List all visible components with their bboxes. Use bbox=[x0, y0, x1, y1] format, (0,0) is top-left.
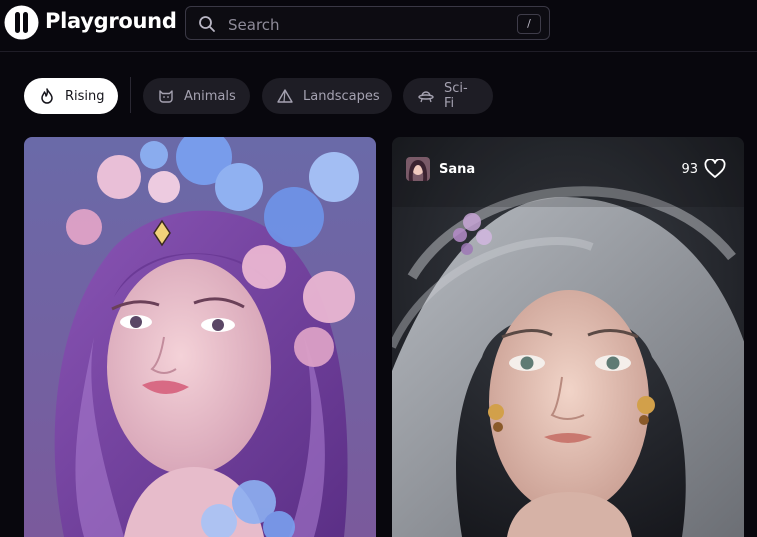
avatar[interactable] bbox=[406, 157, 430, 181]
filter-chip-label: Animals bbox=[184, 88, 236, 104]
feed-card[interactable]: Sana 93 bbox=[392, 137, 744, 537]
filter-divider bbox=[130, 77, 131, 113]
filter-chip-label: Sci-Fi bbox=[444, 81, 468, 111]
filter-chip-label: Rising bbox=[65, 88, 105, 104]
heart-icon[interactable] bbox=[704, 159, 726, 179]
search-input[interactable] bbox=[226, 13, 500, 37]
filter-chip-rising[interactable]: Rising bbox=[24, 78, 118, 114]
like-count: 93 bbox=[681, 161, 698, 177]
card-author[interactable]: Sana bbox=[406, 157, 475, 181]
brand-name[interactable]: Playground bbox=[45, 9, 177, 33]
filter-chip-animals[interactable]: Animals bbox=[143, 78, 250, 114]
feed-image[interactable] bbox=[392, 137, 744, 537]
filter-chip-label: Landscapes bbox=[303, 88, 380, 104]
search-icon bbox=[199, 16, 215, 32]
mountain-icon bbox=[276, 87, 294, 105]
search-shortcut-hint: / bbox=[517, 14, 541, 34]
playground-logo-icon[interactable] bbox=[4, 5, 39, 40]
flame-icon bbox=[38, 87, 56, 105]
top-bar: Playground / bbox=[0, 0, 757, 52]
filter-chip-sci-fi[interactable]: Sci-Fi bbox=[403, 78, 493, 114]
search-bar[interactable]: / bbox=[185, 6, 550, 40]
feed-card[interactable] bbox=[24, 137, 376, 537]
like-control[interactable]: 93 bbox=[681, 159, 726, 179]
ufo-icon bbox=[417, 87, 435, 105]
author-name[interactable]: Sana bbox=[439, 162, 475, 177]
cat-icon bbox=[157, 87, 175, 105]
filter-chip-landscapes[interactable]: Landscapes bbox=[262, 78, 392, 114]
feed-image[interactable] bbox=[24, 137, 376, 537]
